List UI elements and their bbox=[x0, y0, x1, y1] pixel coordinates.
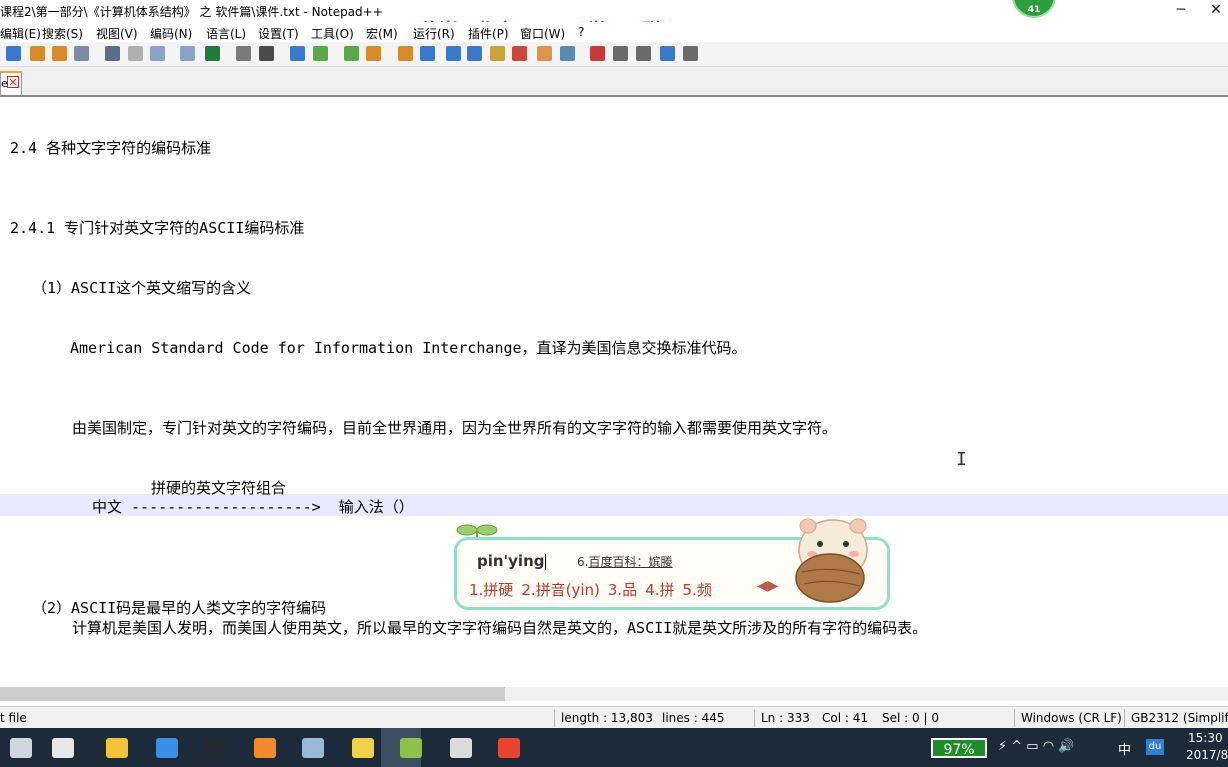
toolbar-button-9-icon[interactable] bbox=[236, 46, 251, 61]
tray-baidu-icon[interactable]: du bbox=[1146, 739, 1164, 755]
hamster-mascot-icon bbox=[795, 518, 868, 603]
tab-document[interactable]: e ✕ bbox=[0, 71, 22, 95]
orange-app-icon[interactable] bbox=[254, 738, 276, 758]
menu-item-2[interactable]: 视图(V) bbox=[96, 25, 138, 42]
toolbar-button-11-icon[interactable] bbox=[290, 46, 305, 61]
photos-icon[interactable] bbox=[450, 738, 472, 758]
editor-line: 计算机是美国人发明，而美国人使用英文，所以最早的文字字符编码自然是英文的，ASC… bbox=[72, 619, 928, 637]
editor-line: 中文 --------------------> 输入法（） bbox=[92, 498, 414, 516]
terminal-icon[interactable] bbox=[204, 738, 226, 758]
ime-candidate[interactable]: 5.频 bbox=[683, 581, 712, 599]
menu-item-5[interactable]: 设置(T) bbox=[258, 25, 299, 42]
search-icon[interactable] bbox=[10, 738, 32, 758]
horizontal-scrollbar[interactable] bbox=[0, 687, 1228, 701]
menu-item-0[interactable]: 编辑(E) bbox=[0, 25, 41, 42]
clock-time[interactable]: 15:30 bbox=[1188, 731, 1223, 745]
toolbar-button-20-icon[interactable] bbox=[512, 46, 527, 61]
menu-item-1[interactable]: 搜索(S) bbox=[42, 25, 83, 42]
toolbar-button-0-icon[interactable] bbox=[6, 46, 21, 61]
status-selection: Sel : 0 | 0 bbox=[882, 711, 939, 725]
status-file-type: t file bbox=[0, 711, 27, 725]
toolbar-button-10-icon[interactable] bbox=[259, 46, 274, 61]
tray-icons[interactable]: ⚡ ^ ▭ ◠ 🔊 bbox=[998, 739, 1074, 754]
status-column: Col : 41 bbox=[822, 711, 868, 725]
menu-item-11[interactable]: ? bbox=[578, 25, 584, 39]
ime-candidate[interactable]: 3.品 bbox=[608, 581, 637, 599]
menu-item-10[interactable]: 窗口(W) bbox=[520, 25, 565, 42]
toolbar-button-12-icon[interactable] bbox=[313, 46, 328, 61]
toolbar-button-15-icon[interactable] bbox=[398, 46, 413, 61]
menu-item-6[interactable]: 工具(O) bbox=[311, 25, 354, 42]
toolbar-button-8-icon[interactable] bbox=[205, 46, 220, 61]
battery-indicator[interactable]: 97% bbox=[931, 738, 987, 758]
toolbar-button-13-icon[interactable] bbox=[344, 46, 359, 61]
toolbar bbox=[0, 42, 1228, 67]
editor-line: 由美国制定，专门针对英文的字符编码，目前全世界通用，因为全世界所有的文字字符的输… bbox=[72, 419, 838, 437]
ime-baike-link[interactable]: 6.百度百科：嫔媵 bbox=[577, 553, 672, 570]
status-encoding: GB2312 (Simplified) bbox=[1131, 711, 1228, 725]
paint-icon[interactable] bbox=[302, 738, 324, 758]
editor-line: American Standard Code for Information I… bbox=[70, 339, 747, 357]
notepadpp-icon[interactable] bbox=[400, 738, 422, 758]
title-bar: 课程2\第一部分\《计算机体系结构》 之 软件篇\课件.txt - Notepa… bbox=[0, 0, 1228, 42]
menu-item-8[interactable]: 运行(R) bbox=[413, 25, 455, 42]
clock-date[interactable]: 2017/8/ bbox=[1186, 748, 1228, 762]
status-length: length : 13,803 bbox=[561, 711, 653, 725]
toolbar-button-21-icon[interactable] bbox=[537, 46, 552, 61]
toolbar-button-16-icon[interactable] bbox=[420, 46, 435, 61]
toolbar-button-6-icon[interactable] bbox=[150, 46, 165, 61]
status-eol: Windows (CR LF) bbox=[1021, 711, 1122, 725]
ime-candidate-list: 1.拼硬 2.拼音(yin) 3.品 4.拼 5.频 bbox=[469, 579, 720, 600]
scrollbar-thumb[interactable] bbox=[0, 687, 505, 701]
editor-line: （2）ASCII码是最早的人类文字的字符编码 bbox=[32, 599, 327, 617]
ime-composition: pin'ying bbox=[477, 552, 546, 570]
status-line-number: Ln : 333 bbox=[761, 711, 810, 725]
toolbar-button-14-icon[interactable] bbox=[366, 46, 381, 61]
tab-bar: e ✕ bbox=[0, 67, 1228, 97]
toolbar-button-3-icon[interactable] bbox=[74, 46, 89, 61]
status-bar: t file length : 13,803 lines : 445 Ln : … bbox=[0, 706, 1228, 729]
toolbar-button-2-icon[interactable] bbox=[52, 46, 67, 61]
toolbar-button-19-icon[interactable] bbox=[490, 46, 505, 61]
toolbar-button-18-icon[interactable] bbox=[467, 46, 482, 61]
recorder-icon[interactable] bbox=[498, 738, 520, 758]
minimize-button[interactable]: ─ bbox=[1158, 0, 1204, 22]
close-button[interactable]: ✕ bbox=[1204, 0, 1228, 22]
menu-item-9[interactable]: 插件(P) bbox=[468, 25, 509, 42]
toolbar-button-24-icon[interactable] bbox=[613, 46, 628, 61]
toolbar-button-1-icon[interactable] bbox=[30, 46, 45, 61]
ime-candidate[interactable]: 2.拼音(yin) bbox=[521, 581, 600, 599]
editor-line: 拼硬的英文字符组合 bbox=[151, 479, 287, 497]
toolbar-button-27-icon[interactable] bbox=[683, 46, 698, 61]
status-lines: lines : 445 bbox=[662, 711, 725, 725]
toolbar-button-7-icon[interactable] bbox=[180, 46, 195, 61]
taskbar: 97% ⚡ ^ ▭ ◠ 🔊 中 du 15:30 2017/8/ bbox=[0, 728, 1228, 767]
ibeam-cursor-icon: I bbox=[956, 449, 967, 470]
ime-page-arrows-icon[interactable]: ◀▶ bbox=[757, 578, 779, 594]
toolbar-button-5-icon[interactable] bbox=[128, 46, 143, 61]
toolbar-button-23-icon[interactable] bbox=[590, 46, 605, 61]
window-title: 课程2\第一部分\《计算机体系结构》 之 软件篇\课件.txt - Notepa… bbox=[0, 5, 383, 19]
editor-line: （1）ASCII这个英文缩写的含义 bbox=[32, 279, 252, 297]
toolbar-button-17-icon[interactable] bbox=[446, 46, 461, 61]
menu-item-7[interactable]: 宏(M) bbox=[366, 25, 398, 42]
floating-badge[interactable]: 41 bbox=[1012, 0, 1056, 18]
menu-item-4[interactable]: 语言(L) bbox=[206, 25, 246, 42]
toolbar-button-26-icon[interactable] bbox=[660, 46, 675, 61]
menu-bar: 编辑(E) 搜索(S) 视图(V) 编码(N) 语言(L) 设置(T) 工具(O) 宏(M) 运… bbox=[0, 22, 1228, 42]
app-flower-icon[interactable] bbox=[52, 738, 74, 758]
toolbar-button-22-icon[interactable] bbox=[560, 46, 575, 61]
tab-close-icon[interactable]: ✕ bbox=[7, 76, 19, 89]
toolbar-button-4-icon[interactable] bbox=[105, 46, 120, 61]
ime-candidate[interactable]: 4.拼 bbox=[645, 581, 674, 599]
file-explorer-icon[interactable] bbox=[106, 738, 128, 758]
toolbar-button-25-icon[interactable] bbox=[636, 46, 651, 61]
menu-item-3[interactable]: 编码(N) bbox=[150, 25, 192, 42]
wps-writer-icon[interactable] bbox=[156, 738, 178, 758]
editor-line: 2.4.1 专门针对英文字符的ASCII编码标准 bbox=[10, 219, 305, 237]
editor-line: 2.4 各种文字字符的编码标准 bbox=[10, 139, 212, 157]
tray-ime-indicator[interactable]: 中 bbox=[1118, 739, 1131, 758]
ime-candidate[interactable]: 1.拼硬 bbox=[469, 581, 513, 599]
qq-icon[interactable] bbox=[352, 738, 374, 758]
